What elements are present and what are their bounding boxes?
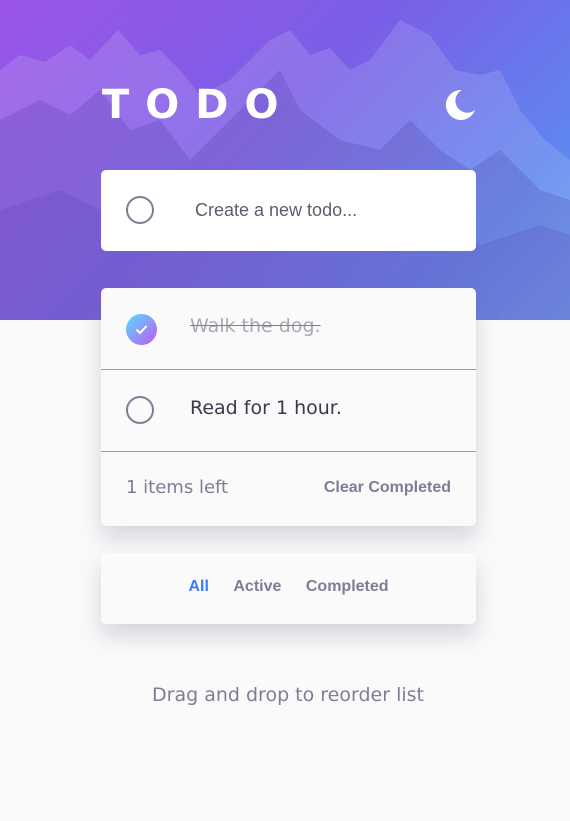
todo-list-card: Walk the dog. Read for 1 hour. 1 items l…	[101, 288, 476, 526]
moon-icon	[445, 89, 475, 120]
todo-checkbox[interactable]	[126, 396, 154, 424]
app-title: TODO	[102, 82, 295, 128]
new-todo-input[interactable]	[192, 199, 428, 221]
new-todo-circle[interactable]	[126, 196, 154, 224]
todo-text: Walk the dog.	[190, 315, 321, 337]
items-left-count: 1 items left	[126, 477, 229, 498]
filter-completed-button[interactable]: Completed	[306, 578, 389, 596]
completed-checkbox[interactable]	[126, 314, 157, 345]
todo-text: Read for 1 hour.	[190, 397, 342, 419]
mountain-background-image	[0, 20, 570, 320]
clear-completed-button[interactable]: Clear Completed	[324, 479, 451, 497]
filter-active-button[interactable]: Active	[233, 578, 281, 596]
filter-group: All Active Completed	[101, 578, 476, 596]
new-todo-card	[101, 170, 476, 251]
todo-item[interactable]: Walk the dog.	[101, 288, 476, 370]
drag-drop-hint: Drag and drop to reorder list	[152, 684, 424, 706]
filter-bar: All Active Completed	[101, 553, 476, 624]
check-icon	[135, 325, 148, 335]
filter-all-button[interactable]: All	[188, 578, 208, 596]
todo-item[interactable]: Read for 1 hour.	[101, 370, 476, 452]
header-background: TODO	[0, 0, 570, 320]
theme-toggle-button[interactable]	[442, 88, 476, 122]
